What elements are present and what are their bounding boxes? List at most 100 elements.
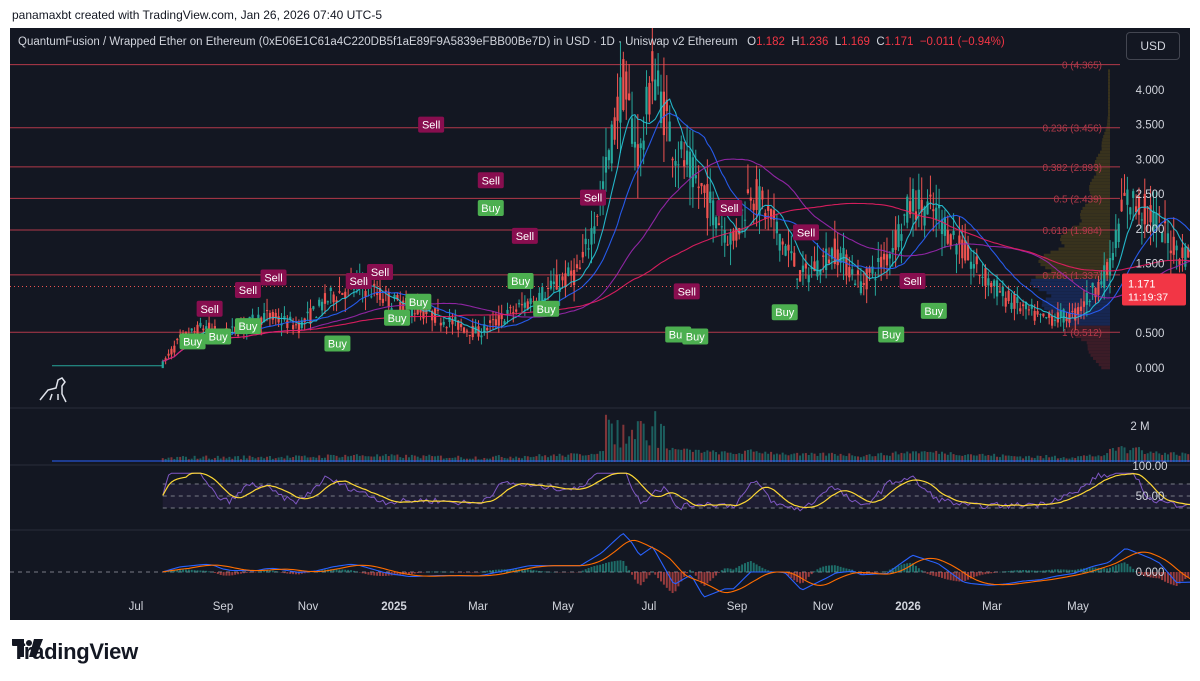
time-axis-label: Jul <box>129 601 144 613</box>
volume-profile-bar <box>1101 144 1110 148</box>
volume-bar <box>764 451 767 462</box>
volume-profile-bar <box>1060 238 1110 242</box>
volume-profile-bar <box>1108 84 1110 88</box>
candle-body <box>732 231 735 241</box>
time-axis-label: 2025 <box>381 601 407 613</box>
candle-body <box>1166 233 1170 244</box>
volume-profile-bar <box>1087 347 1110 351</box>
price-axis-label: 3.500 <box>1136 120 1165 132</box>
volume-profile-bar <box>1043 253 1110 257</box>
macd-histogram-bar <box>1053 569 1056 573</box>
candle-body <box>946 230 949 244</box>
candle-body <box>691 157 694 188</box>
macd-histogram-bar <box>1036 570 1039 573</box>
macd-histogram-bar <box>248 572 251 573</box>
volume-bar <box>723 451 726 462</box>
candle-body <box>1129 207 1132 215</box>
macd-histogram-bar <box>622 560 625 573</box>
macd-histogram-bar <box>883 571 886 573</box>
trading-chart[interactable]: 0 (4.365) 0.236 (3.456) 0.382 (2.893) 0.5 (… <box>10 28 1190 620</box>
macd-histogram-bar <box>720 570 723 573</box>
macd-histogram-bar <box>182 569 185 573</box>
footer-brand[interactable]: TradingView <box>12 639 138 665</box>
candle-body <box>1175 245 1178 251</box>
price-axis-label: 0.000 <box>1136 363 1165 375</box>
macd-histogram-bar <box>752 562 755 573</box>
candle-body <box>329 287 332 291</box>
candle-body <box>717 223 721 226</box>
macd-histogram-bar <box>758 566 761 573</box>
volume-bar <box>1117 447 1120 462</box>
candle-body <box>1050 315 1054 326</box>
volume-bar <box>755 451 758 462</box>
candle-body <box>619 77 622 123</box>
candle-body <box>853 283 857 285</box>
price-axis-label: 4.000 <box>1136 85 1165 97</box>
candle-body <box>1036 311 1039 315</box>
volume-profile-bar <box>1065 322 1110 326</box>
time-axis-label: Sep <box>213 601 233 613</box>
macd-histogram-bar <box>940 572 943 578</box>
macd-histogram-bar <box>723 568 726 573</box>
candle-body <box>995 280 999 297</box>
price-axis-label: 2.000 <box>1136 224 1165 236</box>
volume-profile-bar <box>1101 147 1110 151</box>
macd-histogram-bar <box>715 572 718 576</box>
candle-body <box>709 191 712 203</box>
volume-profile-bar <box>1108 103 1110 107</box>
macd-histogram-bar <box>813 571 816 573</box>
macd-histogram-bar <box>993 572 996 573</box>
macd-histogram-bar <box>1059 569 1062 573</box>
buy-signal-label: Buy <box>537 304 556 316</box>
candle-body <box>1004 297 1007 307</box>
volume-bar <box>668 450 671 462</box>
candle-body <box>1039 314 1042 316</box>
symbol-title[interactable]: QuantumFusion / Wrapped Ether on Ethereu… <box>18 36 738 48</box>
volume-bar <box>1137 447 1140 462</box>
fib-level-label: 1 (0.512) <box>1062 328 1102 339</box>
candle-body <box>978 274 981 276</box>
macd-histogram-bar <box>631 572 634 575</box>
macd-histogram-bar <box>465 572 468 573</box>
volume-bar <box>648 445 651 462</box>
candle-body <box>517 303 521 305</box>
macd-histogram-bar <box>1132 568 1135 573</box>
macd-histogram-bar <box>416 572 419 574</box>
candle-body <box>286 320 289 329</box>
last-price-value: 1.171 <box>1128 278 1156 290</box>
candle-body <box>462 327 466 333</box>
candle-body <box>1123 192 1126 196</box>
candle-body <box>601 181 605 189</box>
macd-histogram-bar <box>755 564 758 573</box>
macd-histogram-bar <box>581 570 584 573</box>
macd-axis-label: 0.000 <box>1136 567 1165 579</box>
volume-bar <box>1109 448 1112 462</box>
candle-body <box>906 196 909 223</box>
macd-histogram-bar <box>735 567 738 573</box>
candle-body <box>987 278 990 286</box>
close-label: C <box>876 36 885 48</box>
candle-body <box>712 200 715 226</box>
volume-bar <box>660 423 663 462</box>
macd-histogram-bar <box>610 561 613 573</box>
macd-histogram-bar <box>607 562 610 573</box>
macd-histogram-bar <box>1123 562 1126 573</box>
macd-histogram-bar <box>596 565 599 573</box>
fib-level-label: 0.5 (2.439) <box>1054 194 1102 205</box>
candle-body <box>236 334 240 336</box>
macd-histogram-bar <box>946 572 949 580</box>
candle-body <box>897 224 900 248</box>
candle-body <box>294 324 298 326</box>
volume-bar <box>468 458 471 462</box>
macd-histogram-bar <box>208 571 211 573</box>
volume-profile-bar <box>1108 100 1110 104</box>
currency-button[interactable]: USD <box>1126 32 1180 60</box>
candle-body <box>1013 294 1016 309</box>
macd-histogram-bar <box>1109 567 1112 573</box>
volume-profile-bar <box>1080 213 1110 217</box>
volume-profile-bar <box>1107 119 1110 123</box>
candle-body <box>723 230 726 243</box>
volume-bar <box>622 424 625 462</box>
sell-signal-label: Sell <box>720 203 738 215</box>
candle-body <box>859 281 862 294</box>
